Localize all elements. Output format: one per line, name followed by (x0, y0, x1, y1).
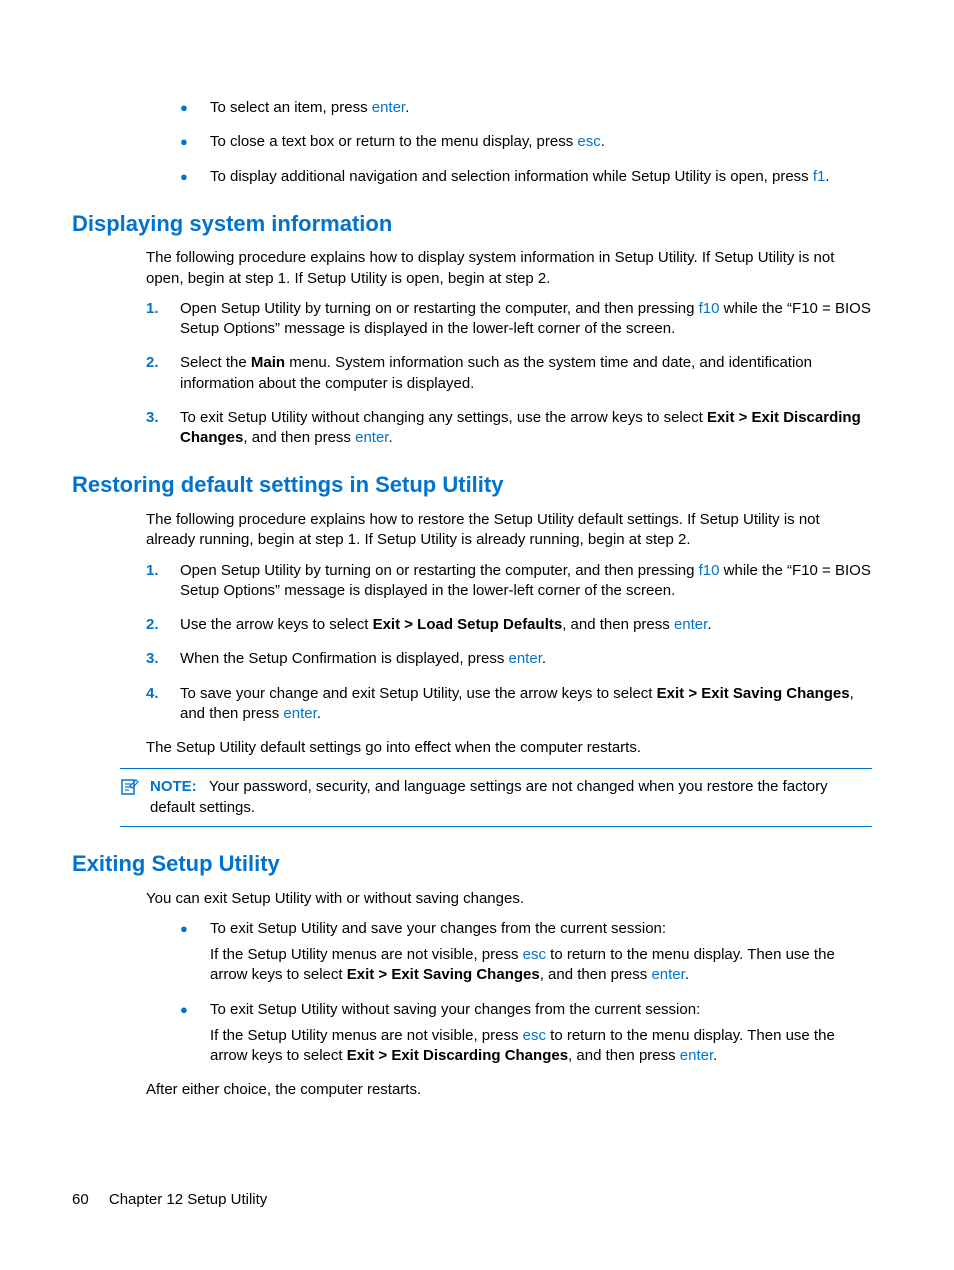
step-item: 4. To save your change and exit Setup Ut… (146, 684, 872, 725)
step-number: 2. (146, 353, 162, 394)
step-text: To exit Setup Utility without changing a… (180, 408, 872, 449)
step-number: 4. (146, 684, 162, 725)
bullet-icon: ● (180, 167, 192, 187)
list-item-text: To close a text box or return to the men… (210, 132, 872, 152)
step-number: 3. (146, 649, 162, 669)
list-item: ● To select an item, press enter. (180, 98, 872, 118)
bullet-icon: ● (180, 919, 192, 986)
step-text: Open Setup Utility by turning on or rest… (180, 299, 872, 340)
step-item: 2. Select the Main menu. System informat… (146, 353, 872, 394)
list-item-text: To exit Setup Utility and save your chan… (210, 919, 872, 986)
body-paragraph: The following procedure explains how to … (146, 248, 872, 289)
step-text: Select the Main menu. System information… (180, 353, 872, 394)
page-footer: 60 Chapter 12 Setup Utility (72, 1190, 267, 1210)
bullet-list: ● To exit Setup Utility and save your ch… (180, 919, 872, 1067)
note-text: NOTE: Your password, security, and langu… (150, 777, 872, 818)
ordered-steps: 1. Open Setup Utility by turning on or r… (146, 299, 872, 449)
list-item: ● To display additional navigation and s… (180, 167, 872, 187)
note-icon (120, 777, 140, 818)
document-page: ● To select an item, press enter. ● To c… (0, 0, 954, 1270)
step-text: When the Setup Confirmation is displayed… (180, 649, 872, 669)
ordered-steps: 1. Open Setup Utility by turning on or r… (146, 561, 872, 725)
heading-exiting-setup-utility: Exiting Setup Utility (72, 849, 872, 879)
body-paragraph: The Setup Utility default settings go in… (146, 738, 872, 758)
body-paragraph: You can exit Setup Utility with or witho… (146, 889, 872, 909)
list-item-text: To select an item, press enter. (210, 98, 872, 118)
step-number: 1. (146, 299, 162, 340)
heading-displaying-system-information: Displaying system information (72, 209, 872, 239)
intro-bullet-list: ● To select an item, press enter. ● To c… (180, 98, 872, 187)
step-item: 3. When the Setup Confirmation is displa… (146, 649, 872, 669)
step-text: Open Setup Utility by turning on or rest… (180, 561, 872, 602)
bullet-icon: ● (180, 1000, 192, 1067)
chapter-title: Chapter 12 Setup Utility (109, 1191, 267, 1208)
list-item: ● To exit Setup Utility and save your ch… (180, 919, 872, 986)
step-item: 1. Open Setup Utility by turning on or r… (146, 299, 872, 340)
page-number: 60 (72, 1191, 89, 1208)
note-callout: NOTE: Your password, security, and langu… (120, 768, 872, 827)
step-number: 3. (146, 408, 162, 449)
step-item: 1. Open Setup Utility by turning on or r… (146, 561, 872, 602)
bullet-icon: ● (180, 98, 192, 118)
step-item: 3. To exit Setup Utility without changin… (146, 408, 872, 449)
step-text: Use the arrow keys to select Exit > Load… (180, 615, 872, 635)
heading-restoring-defaults: Restoring default settings in Setup Util… (72, 470, 872, 500)
step-number: 2. (146, 615, 162, 635)
list-item-text: To display additional navigation and sel… (210, 167, 872, 187)
body-paragraph: After either choice, the computer restar… (146, 1080, 872, 1100)
list-item: ● To exit Setup Utility without saving y… (180, 1000, 872, 1067)
step-item: 2. Use the arrow keys to select Exit > L… (146, 615, 872, 635)
step-text: To save your change and exit Setup Utili… (180, 684, 872, 725)
step-number: 1. (146, 561, 162, 602)
body-paragraph: The following procedure explains how to … (146, 510, 872, 551)
bullet-icon: ● (180, 132, 192, 152)
list-item: ● To close a text box or return to the m… (180, 132, 872, 152)
list-item-text: To exit Setup Utility without saving you… (210, 1000, 872, 1067)
